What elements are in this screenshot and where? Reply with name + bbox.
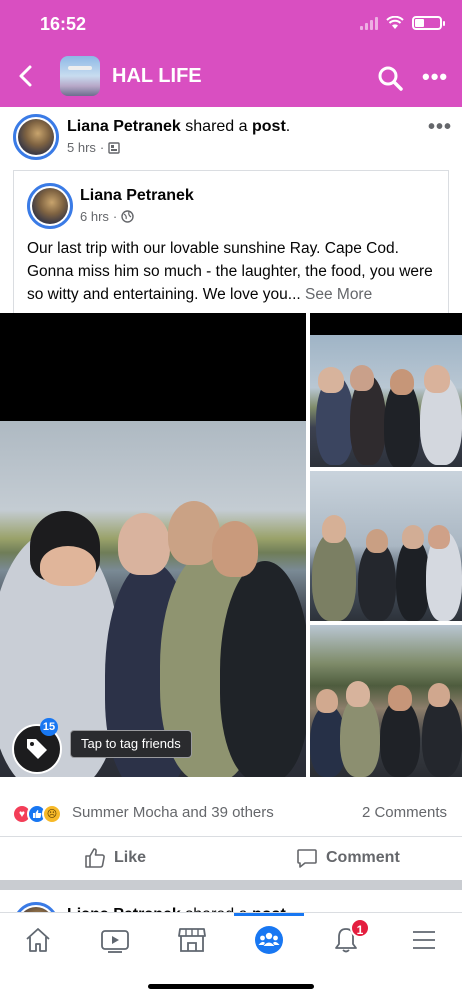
photo-thumb-2[interactable] [310, 471, 462, 621]
share-author[interactable]: Liana Petranek [67, 118, 181, 135]
like-button[interactable]: Like [84, 847, 146, 869]
tab-home[interactable] [16, 923, 60, 957]
feed-divider [0, 880, 462, 890]
comment-icon [297, 849, 317, 868]
comments-count[interactable]: 2 Comments [362, 804, 447, 821]
comment-label: Comment [326, 849, 400, 866]
photo-thumb-3[interactable] [310, 625, 462, 777]
comment-button[interactable]: Comment [296, 847, 400, 869]
post-options-button[interactable]: ••• [428, 116, 452, 139]
wifi-icon [386, 16, 404, 29]
back-button[interactable] [16, 64, 40, 92]
tab-watch[interactable] [93, 923, 137, 957]
sad-reaction-icon: ☹ [42, 804, 62, 824]
globe-icon [121, 210, 134, 223]
share-object-link[interactable]: post [252, 118, 286, 135]
avatar[interactable] [27, 183, 73, 229]
see-more-link[interactable]: See More [305, 286, 372, 303]
home-icon [26, 928, 50, 952]
share-meta: 5 hrs · [67, 140, 120, 155]
watch-icon [101, 930, 129, 953]
more-options-button[interactable]: ••• [422, 66, 448, 88]
like-label: Like [114, 849, 147, 866]
original-author[interactable]: Liana Petranek [80, 187, 194, 205]
status-icons [360, 16, 445, 30]
groups-icon [255, 926, 283, 954]
post-text: Our last trip with our lovable sunshine … [27, 237, 437, 306]
active-tab-indicator [234, 913, 304, 916]
search-button[interactable] [376, 64, 404, 92]
avatar[interactable] [13, 114, 59, 160]
tab-menu[interactable] [402, 923, 446, 957]
photo-main[interactable] [0, 313, 306, 777]
home-indicator[interactable] [148, 984, 314, 989]
group-header: 16:52 HAL LIFE ••• [0, 0, 462, 107]
share-line: Liana Petranek shared a post. [67, 118, 290, 136]
thumbs-up-icon [85, 848, 105, 868]
tag-icon [27, 739, 47, 759]
tag-count-badge: 15 [40, 718, 58, 736]
marketplace-icon [178, 928, 206, 952]
group-members-icon [108, 141, 120, 154]
reaction-icons[interactable]: ♥ ☹ [12, 804, 62, 824]
original-time[interactable]: 6 hrs [80, 209, 109, 224]
photo-thumb-1[interactable] [310, 313, 462, 467]
post-actions: Like Comment [0, 836, 462, 880]
share-time[interactable]: 5 hrs [67, 140, 96, 155]
tag-friends-tooltip[interactable]: Tap to tag friends [70, 730, 192, 758]
group-title[interactable]: HAL LIFE [112, 65, 202, 88]
share-period: . [285, 118, 291, 135]
reactors-summary[interactable]: Summer Mocha and 39 others [72, 804, 274, 821]
post-header: Liana Petranek shared a post. 5 hrs · ••… [0, 108, 462, 166]
chevron-left-icon [19, 65, 32, 87]
original-meta: 6 hrs · [80, 209, 134, 224]
reactions-row: ♥ ☹ Summer Mocha and 39 others 2 Comment… [0, 798, 462, 828]
next-post-preview[interactable]: Liana Petranek shared a post [0, 890, 462, 914]
battery-icon [412, 16, 445, 30]
group-cover-thumbnail[interactable] [60, 56, 100, 96]
cellular-signal-icon [360, 16, 378, 30]
shared-post-card[interactable]: Liana Petranek 6 hrs · Our last trip wit… [13, 170, 449, 320]
search-icon [378, 66, 403, 91]
tab-marketplace[interactable] [170, 923, 214, 957]
status-time: 16:52 [40, 14, 87, 34]
menu-icon [413, 931, 435, 949]
notification-badge: 1 [350, 918, 370, 938]
tab-groups[interactable] [247, 923, 291, 957]
share-verb: shared a [185, 118, 248, 135]
